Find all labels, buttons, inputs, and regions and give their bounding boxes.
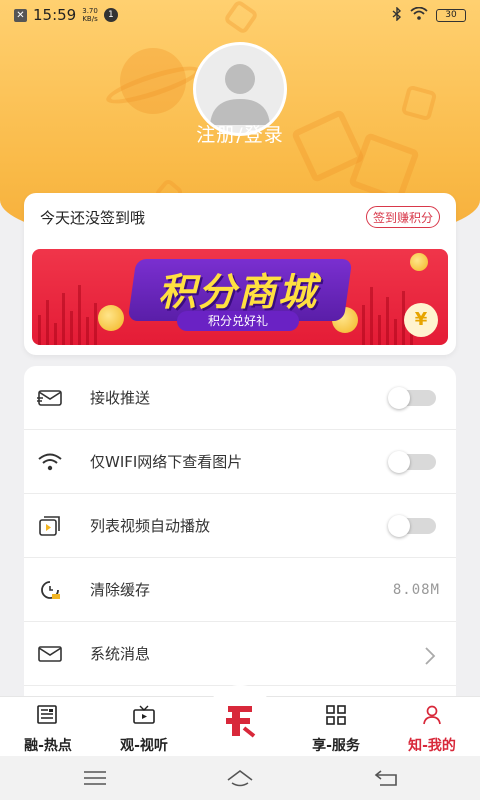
banner-bar-decoration — [46, 300, 49, 345]
settings-row-push[interactable]: 接收推送 — [24, 366, 456, 430]
signin-card: 今天还没签到哦 签到赚积分 积分商城 积分兑好礼 ¥ — [24, 193, 456, 355]
nav-tab-video[interactable]: 观-视听 — [96, 697, 192, 757]
banner-title: 积分商城 — [157, 270, 318, 314]
nav-label: 知-我的 — [408, 738, 456, 754]
grid-icon — [325, 705, 347, 729]
banner-bar-decoration — [62, 293, 65, 345]
settings-label: 列表视频自动播放 — [90, 517, 211, 535]
bottom-nav: 融-热点 观-视听 享-服务 知-我的 — [0, 685, 480, 757]
signin-earn-points-button[interactable]: 签到赚积分 — [365, 206, 440, 228]
wifi-images-toggle[interactable] — [388, 450, 436, 473]
nav-label: 观-视听 — [120, 738, 168, 754]
network-speed-value: 3.70 — [82, 7, 98, 15]
close-notification-icon: ✕ — [14, 8, 27, 22]
cache-size-value: 8.08M — [392, 581, 440, 598]
settings-row-autoplay[interactable]: 列表视频自动播放 — [24, 494, 456, 558]
settings-row-clear-cache[interactable]: 清除缓存 8.08M — [24, 558, 456, 622]
nav-tab-service[interactable]: 享-服务 — [288, 697, 384, 757]
banner-bar-decoration — [86, 317, 89, 345]
envelope-icon — [36, 384, 64, 412]
nav-label: 融-热点 — [24, 738, 72, 754]
settings-label: 接收推送 — [90, 389, 151, 407]
points-mall-banner[interactable]: 积分商城 积分兑好礼 ¥ — [32, 249, 448, 345]
banner-bar-decoration — [54, 323, 57, 345]
person-icon — [421, 705, 443, 729]
login-register-link[interactable]: 注册/登录 — [0, 120, 480, 147]
banner-bar-decoration — [38, 315, 41, 345]
wifi-icon — [36, 448, 64, 476]
status-time: 15:59 — [33, 6, 77, 24]
nav-center-logo-button[interactable] — [204, 685, 276, 757]
signin-status-text: 今天还没签到哦 — [40, 209, 146, 227]
banner-bar-decoration — [378, 315, 381, 345]
banner-subtitle: 积分兑好礼 — [177, 311, 299, 331]
back-icon[interactable] — [372, 766, 402, 790]
banner-bar-decoration — [370, 287, 373, 345]
banner-bar-decoration — [362, 305, 365, 345]
app-logo-icon — [220, 700, 260, 742]
settings-list: 接收推送 仅WIFI网络下查看图片 列表视频自动播放 清除缓存 8.08M 系统… — [24, 366, 456, 706]
push-toggle[interactable] — [388, 386, 436, 409]
settings-row-system-messages[interactable]: 系统消息 — [24, 622, 456, 686]
decoration-square — [400, 84, 438, 122]
banner-bar-decoration — [70, 311, 73, 345]
autoplay-toggle[interactable] — [388, 514, 436, 537]
video-play-icon — [36, 512, 64, 540]
yuan-coin-icon: ¥ — [404, 303, 438, 337]
network-speed: 3.70 KB/s — [82, 7, 98, 23]
banner-bar-decoration — [386, 297, 389, 345]
chevron-right-icon — [424, 646, 436, 670]
home-icon[interactable] — [225, 766, 255, 790]
tv-icon — [132, 705, 156, 729]
banner-bar-decoration — [94, 303, 97, 345]
banner-bar-decoration — [78, 285, 81, 345]
coin-decoration — [98, 305, 124, 331]
settings-label: 仅WIFI网络下查看图片 — [90, 453, 243, 471]
clock-clear-icon — [36, 576, 64, 604]
menu-icon[interactable] — [80, 766, 110, 790]
settings-label: 清除缓存 — [90, 581, 151, 599]
nav-tab-hot[interactable]: 融-热点 — [0, 697, 96, 757]
battery-indicator: 30 — [436, 8, 466, 22]
coin-decoration — [410, 253, 428, 271]
nav-tab-mine[interactable]: 知-我的 — [384, 697, 480, 757]
banner-bar-decoration — [394, 319, 397, 345]
nav-label: 享-服务 — [312, 738, 360, 754]
wifi-status-icon — [410, 6, 428, 23]
settings-label: 系统消息 — [90, 645, 151, 663]
notification-count-badge: 1 — [103, 8, 118, 22]
settings-row-wifi-images[interactable]: 仅WIFI网络下查看图片 — [24, 430, 456, 494]
status-bar: ✕ 15:59 3.70 KB/s 1 30 — [0, 0, 480, 30]
system-nav-bar — [0, 756, 480, 800]
bluetooth-icon — [392, 5, 402, 24]
newspaper-icon — [36, 705, 60, 729]
mail-icon — [36, 640, 64, 668]
network-speed-unit: KB/s — [82, 15, 98, 23]
